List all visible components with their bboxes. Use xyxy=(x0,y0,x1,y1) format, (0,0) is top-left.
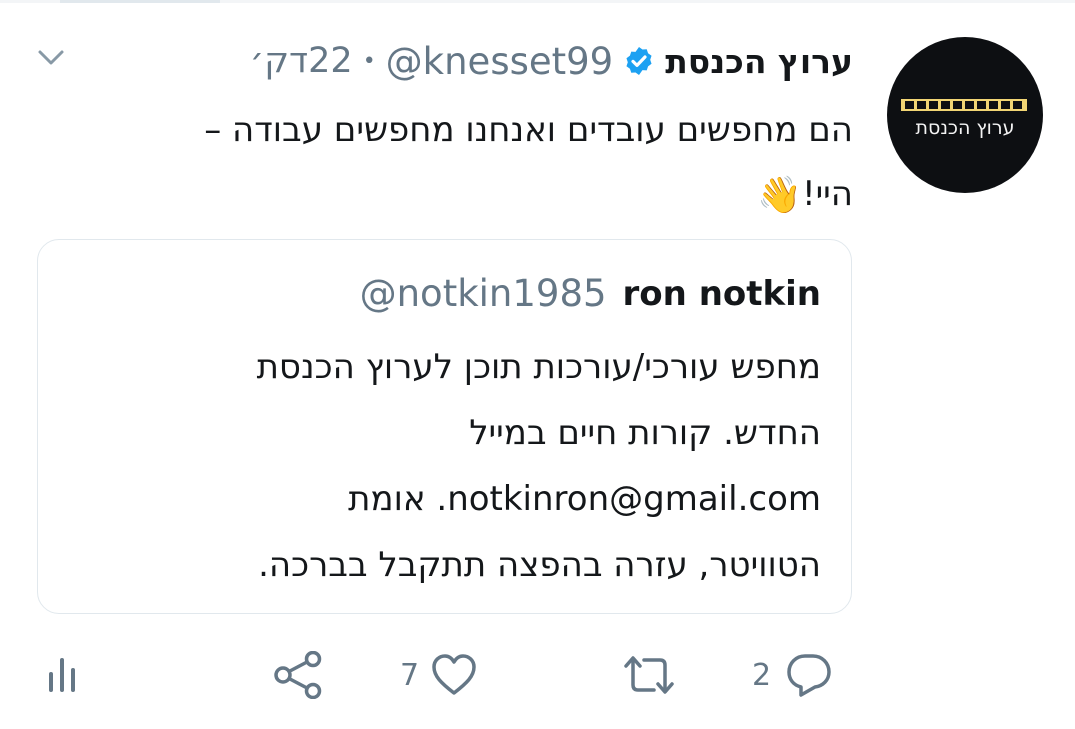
reply-count: 2 xyxy=(752,657,772,693)
like-count: 7 xyxy=(400,657,420,693)
share-button[interactable] xyxy=(272,650,324,700)
tweet-text: הם מחפשים עובדים ואנחנו מחפשים עבודה – ה… xyxy=(53,98,853,228)
display-name[interactable]: ערוץ הכנסת xyxy=(665,42,853,81)
reply-icon xyxy=(787,654,831,697)
quoted-line: notkinron@gmail.com. אומת xyxy=(348,479,821,519)
quoted-tweet[interactable]: @notkin1985 ron notkin מחפש עורכי/עורכות… xyxy=(37,239,852,614)
author-handle[interactable]: @knesset99 xyxy=(386,40,614,83)
share-icon xyxy=(274,651,322,699)
avatar-logo-text: ערוץ הכנסת xyxy=(915,117,1015,139)
separator-dot: • xyxy=(362,48,376,74)
timestamp[interactable]: 22דק׳ xyxy=(250,41,353,81)
quoted-handle: @notkin1985 xyxy=(359,272,607,315)
reply-button[interactable]: 2 xyxy=(752,650,833,700)
analytics-button[interactable] xyxy=(46,650,78,700)
like-button[interactable]: 7 xyxy=(400,650,477,700)
tweet-line-1: הם מחפשים עובדים ואנחנו מחפשים עבודה – xyxy=(204,110,853,150)
quoted-text: מחפש עורכי/עורכות תוכן לערוץ הכנסת החדש.… xyxy=(61,334,821,598)
analytics-icon xyxy=(49,658,75,692)
logo-bar-icon xyxy=(901,99,1027,111)
waving-hand-icon: 👋 xyxy=(757,174,802,216)
retweet-icon xyxy=(624,656,674,694)
quoted-line: החדש. קורות חיים במייל xyxy=(469,413,821,453)
avatar[interactable]: ערוץ הכנסת xyxy=(887,37,1043,193)
quoted-name: ron notkin xyxy=(622,273,821,314)
tweet-header: ערוץ הכנסת @knesset99 • 22דק׳ xyxy=(250,36,853,86)
heart-icon xyxy=(432,654,476,695)
chevron-down-icon[interactable] xyxy=(36,46,66,70)
quoted-line: מחפש עורכי/עורכות תוכן לערוץ הכנסת xyxy=(256,347,821,387)
quoted-line: הטוויטר, עזרה בהפצה תתקבל בברכה. xyxy=(258,545,821,585)
top-divider xyxy=(0,0,1075,3)
verified-badge-icon xyxy=(626,47,652,75)
quoted-tweet-header: @notkin1985 ron notkin xyxy=(360,272,821,315)
tweet-line-2: היי!👋 xyxy=(53,162,853,228)
retweet-button[interactable] xyxy=(620,650,678,700)
tweet-line-2-text: היי! xyxy=(801,174,853,214)
